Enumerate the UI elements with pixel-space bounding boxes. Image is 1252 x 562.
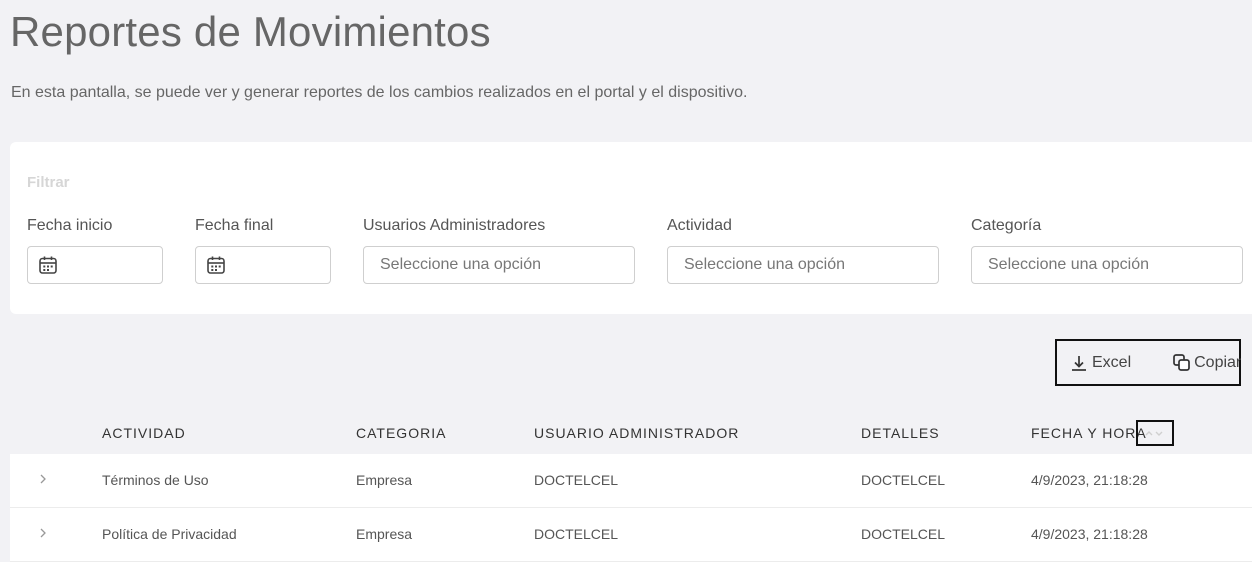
fecha-inicio-label: Fecha inicio [27,217,113,234]
column-detalles[interactable]: DETALLES [861,425,940,441]
filter-panel: Filtrar Fecha inicio Fecha final Usuario… [10,142,1252,314]
table-header: ACTIVIDAD CATEGORIA USUARIO ADMINISTRADO… [10,410,1252,454]
actividad-select[interactable]: Seleccione una opción [667,246,939,284]
usuarios-label: Usuarios Administradores [363,217,546,234]
filter-heading: Filtrar [27,174,70,191]
actividad-label: Actividad [667,217,732,234]
categoria-select[interactable]: Seleccione una opción [971,246,1243,284]
column-actividad[interactable]: ACTIVIDAD [102,425,186,441]
actividad-placeholder: Seleccione una opción [684,256,846,273]
fecha-inicio-input[interactable] [27,246,163,284]
cell-usuario: DOCTELCEL [534,526,619,542]
calendar-icon [206,255,226,275]
column-fecha[interactable]: FECHA Y HORA [1031,425,1147,441]
categoria-placeholder: Seleccione una opción [988,256,1150,273]
excel-label: Excel [1092,353,1132,371]
usuarios-placeholder: Seleccione una opción [380,256,542,273]
chevron-right-icon[interactable] [38,470,50,488]
copy-label: Copiar [1194,353,1242,371]
cell-categoria: Empresa [356,472,413,488]
cell-fecha: 4/9/2023, 21:18:28 [1031,472,1148,488]
column-categoria[interactable]: CATEGORIA [356,425,446,441]
excel-button[interactable]: Excel [1070,354,1131,372]
fecha-final-label: Fecha final [195,217,274,234]
calendar-icon [38,255,58,275]
chevron-right-icon[interactable] [38,524,50,542]
download-icon [1070,354,1088,372]
sort-icon[interactable] [1136,420,1174,446]
page-subtitle: En esta pantalla, se puede ver y generar… [11,84,748,101]
cell-usuario: DOCTELCEL [534,472,619,488]
copy-button[interactable]: Copiar [1172,353,1241,373]
usuarios-select[interactable]: Seleccione una opción [363,246,635,284]
table-row[interactable]: Términos de Uso Empresa DOCTELCEL DOCTEL… [10,454,1252,508]
categoria-label: Categoría [971,217,1042,234]
cell-detalles: DOCTELCEL [861,526,946,542]
cell-categoria: Empresa [356,526,413,542]
cell-actividad: Términos de Uso [102,472,209,488]
fecha-final-input[interactable] [195,246,331,284]
cell-detalles: DOCTELCEL [861,472,946,488]
copy-icon [1172,353,1192,373]
cell-fecha: 4/9/2023, 21:18:28 [1031,526,1148,542]
table-row[interactable]: Política de Privacidad Empresa DOCTELCEL… [10,508,1252,562]
page-title: Reportes de Movimientos [10,8,491,55]
column-usuario[interactable]: USUARIO ADMINISTRADOR [534,425,739,441]
export-toolbar: Excel Copiar [1055,339,1241,386]
cell-actividad: Política de Privacidad [102,526,237,542]
